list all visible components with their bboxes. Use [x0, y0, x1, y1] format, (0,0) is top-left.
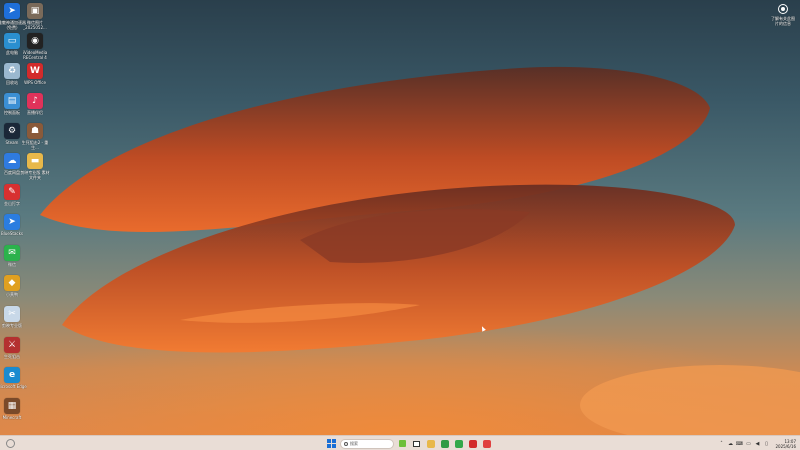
spotlight-label: 了解有关此图片的信息 — [771, 16, 795, 26]
photo-file-icon: ▣ — [27, 3, 43, 19]
desktop-icon-label: 剪映专业版 素材文件夹 — [20, 170, 50, 180]
sniper-icon: ⚔ — [4, 337, 20, 353]
taskbar-app-button[interactable] — [425, 438, 436, 449]
steam-icon: ⚙ — [4, 123, 20, 139]
taskbar-app-button[interactable] — [453, 438, 464, 449]
desktop-icon-label: 生死狙击 — [4, 354, 20, 359]
taskbar-center: 搜索 — [326, 438, 492, 449]
desktop-wallpaper — [0, 66, 800, 435]
desktop-icon-label: WPS Office — [24, 80, 46, 85]
desktop-icon-label: 金山打字 — [4, 201, 20, 206]
desktop-icon[interactable]: ⚔ 生死狙击 — [0, 337, 27, 368]
task-view-button[interactable] — [411, 438, 422, 449]
computer-icon: ▭ — [4, 33, 20, 49]
duck-icon: ◆ — [4, 275, 20, 291]
taskbar: 搜索 ˄ ☁ ⌨ ▭ ◀ ▯ 13:07 2025/6/16 — [0, 435, 800, 450]
weather-widget-icon[interactable] — [6, 439, 15, 448]
desktop-icon[interactable]: ✉ 微信 — [0, 245, 27, 276]
recorder-icon: ◉ — [27, 33, 43, 49]
desktop-icon[interactable]: ▬ 剪映专业版 素材文件夹 — [20, 153, 50, 184]
desktop-icon[interactable]: ▦ Minecraft — [0, 398, 27, 429]
desktop-icon[interactable]: ✂ 剪映专业版 — [0, 306, 27, 337]
game-icon: ☗ — [27, 123, 43, 139]
desktop-icon[interactable]: ✎ 金山打字 — [0, 184, 27, 215]
volume-icon[interactable]: ◀ — [754, 441, 760, 447]
desktop-icon[interactable]: ▣ 微信图片_2025052... — [20, 3, 50, 34]
desktop-icon[interactable]: ◆ 小黄鸭 — [0, 275, 27, 306]
spotlight-widget[interactable]: 了解有关此图片的信息 — [770, 4, 796, 26]
windows-logo-icon — [327, 439, 336, 448]
desktop-icon[interactable]: ☗ 生死狙击2 - 重生... — [20, 123, 50, 154]
desktop-icon[interactable]: ◉ iVideoMedia RECentral 4 — [20, 33, 50, 64]
battery-icon[interactable]: ▯ — [763, 441, 769, 447]
desktop-icon-label: 剪映专业版 — [2, 323, 22, 328]
task-view-icon — [413, 440, 420, 447]
desktop-icon-label: 小黄鸭 — [6, 292, 18, 297]
chrome-icon — [440, 439, 449, 448]
start-button[interactable] — [326, 438, 337, 449]
desktop-icon-label: 微信 — [8, 262, 16, 267]
account-circle-icon — [778, 4, 788, 14]
taskbar-app-button[interactable] — [439, 438, 450, 449]
taskbar-pinned-apps — [425, 438, 492, 449]
widgets-button[interactable] — [397, 438, 408, 449]
video-editor-icon: ✂ — [4, 306, 20, 322]
network-icon[interactable]: ▭ — [745, 441, 751, 447]
file-explorer-icon — [426, 439, 435, 448]
desktop-icon-label: 生死狙击2 - 重生... — [21, 140, 49, 150]
desktop-icon[interactable]: e Microsoft Edge — [0, 367, 27, 398]
desktop-icon-label: 直播伴侣 — [27, 110, 43, 115]
chevron-up-icon[interactable]: ˄ — [718, 441, 724, 447]
minecraft-icon: ▦ — [4, 398, 20, 414]
desktop-icon-label: Microsoft Edge — [0, 384, 27, 389]
taskbar-search[interactable]: 搜索 — [340, 438, 394, 449]
live-companion-icon: ♪ — [27, 93, 43, 109]
typing-icon: ✎ — [4, 184, 20, 200]
desktop-icon-label: 微信图片_2025052... — [23, 20, 47, 30]
desktop-icon[interactable]: ♪ 直播伴侣 — [20, 93, 50, 124]
taskbar-app-button[interactable] — [481, 438, 492, 449]
search-placeholder: 搜索 — [350, 441, 358, 446]
recycle-bin-icon: ♻ — [4, 63, 20, 79]
control-panel-icon: ▤ — [4, 93, 20, 109]
system-tray: ˄ ☁ ⌨ ▭ ◀ ▯ 13:07 2025/6/16 — [718, 438, 796, 449]
taskbar-app-button[interactable] — [467, 438, 478, 449]
record-app-icon — [482, 439, 491, 448]
speedup-icon: ➤ — [4, 3, 20, 19]
bluestacks-icon: ➤ — [4, 214, 20, 230]
wps-icon: W — [27, 63, 43, 79]
clock-date: 2025/6/16 — [775, 443, 796, 449]
cloud-tray-icon[interactable]: ☁ — [727, 441, 733, 447]
wechat-icon: ✉ — [4, 245, 20, 261]
wps-taskbar-icon — [468, 439, 477, 448]
desktop-icon-label: BlueStacks — [0, 231, 23, 236]
desktop-icon-label: Minecraft — [2, 415, 22, 420]
desktop-icon[interactable]: ➤ BlueStacks — [0, 214, 27, 245]
keyboard-icon[interactable]: ⌨ — [736, 441, 743, 447]
folder-icon: ▬ — [27, 153, 43, 169]
edge-icon: e — [4, 367, 20, 383]
leaf-icon — [399, 440, 406, 447]
search-icon — [344, 441, 348, 446]
desktop-icon-label: iVideoMedia RECentral 4 — [22, 50, 48, 60]
desktop-icon[interactable]: W WPS Office — [20, 63, 50, 94]
cloud-disk-icon: ☁ — [4, 153, 20, 169]
clock[interactable]: 13:07 2025/6/16 — [775, 439, 796, 449]
green-app-icon — [454, 439, 463, 448]
